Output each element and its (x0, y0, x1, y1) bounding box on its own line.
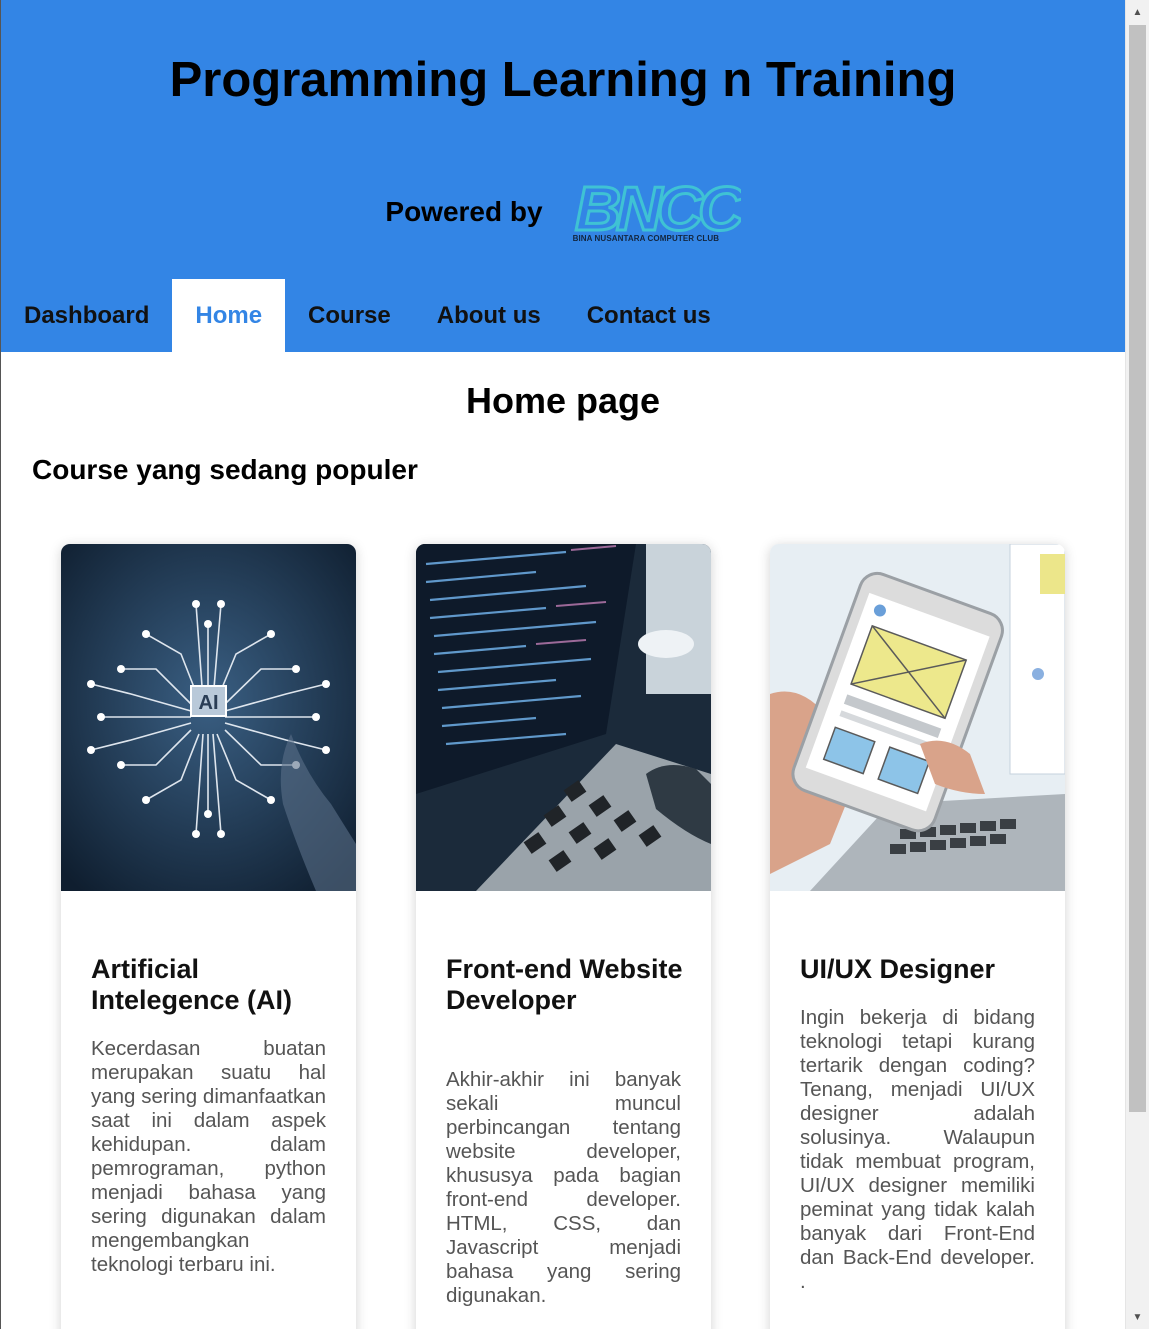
scroll-up-arrow-icon[interactable]: ▲ (1126, 2, 1149, 22)
tab-course[interactable]: Course (285, 279, 414, 352)
ai-chip-label: AI (199, 692, 219, 714)
course-card-title: UI/UX Designer (800, 954, 996, 984)
powered-by-label: Powered by (385, 196, 543, 227)
ai-brain-image: AI (61, 544, 356, 891)
bncc-logo-subtext: BINA NUSANTARA COMPUTER CLUB (572, 234, 720, 243)
site-title: Programming Learning n Training (169, 53, 957, 107)
course-card-description: Kecerdasan buatan merupakan suatu hal ya… (91, 1037, 326, 1276)
page: Programming Learning n Training Powered … (0, 0, 1125, 1329)
course-card-title: Artificial Intelegence (AI) (91, 954, 293, 1015)
bncc-logo: BNCC BINA NUSANTARA COMPUTER CLUB (573, 180, 741, 244)
main-nav: Dashboard Home Course About us Contact u… (1, 279, 734, 352)
tab-about-us[interactable]: About us (414, 279, 564, 352)
vertical-scrollbar[interactable]: ▲ ▼ (1125, 0, 1149, 1329)
tab-dashboard[interactable]: Dashboard (1, 279, 172, 352)
scrollbar-thumb[interactable] (1129, 25, 1146, 1112)
phone-wireframe-image (770, 544, 1065, 891)
laptop-code-image (416, 544, 711, 891)
course-card-uiux[interactable]: UI/UX Designer Ingin bekerja di bidang t… (770, 544, 1065, 1329)
section-heading: Course yang sedang populer (32, 454, 418, 485)
bncc-logo-text: BNCC (575, 180, 741, 236)
page-heading: Home page (465, 380, 661, 421)
site-header: Programming Learning n Training Powered … (1, 0, 1125, 352)
course-card-ai[interactable]: AI Artificial Intelegence (AI) Kecerdasa… (61, 544, 356, 1329)
scroll-down-arrow-icon[interactable]: ▼ (1126, 1307, 1149, 1327)
course-card-description: Akhir-akhir ini banyak sekali muncul per… (446, 1068, 681, 1307)
powered-by: Powered by BNCC BINA NUSANTARA COMPUTER … (1, 180, 1125, 244)
course-card-description: Ingin bekerja di bidang teknologi tetapi… (800, 1006, 1035, 1293)
course-card-title: Front-end Website Developer (446, 954, 683, 1015)
tab-contact-us[interactable]: Contact us (564, 279, 734, 352)
course-card-frontend[interactable]: Front-end Website Developer Akhir-akhir … (416, 544, 711, 1329)
tab-home[interactable]: Home (172, 279, 286, 352)
